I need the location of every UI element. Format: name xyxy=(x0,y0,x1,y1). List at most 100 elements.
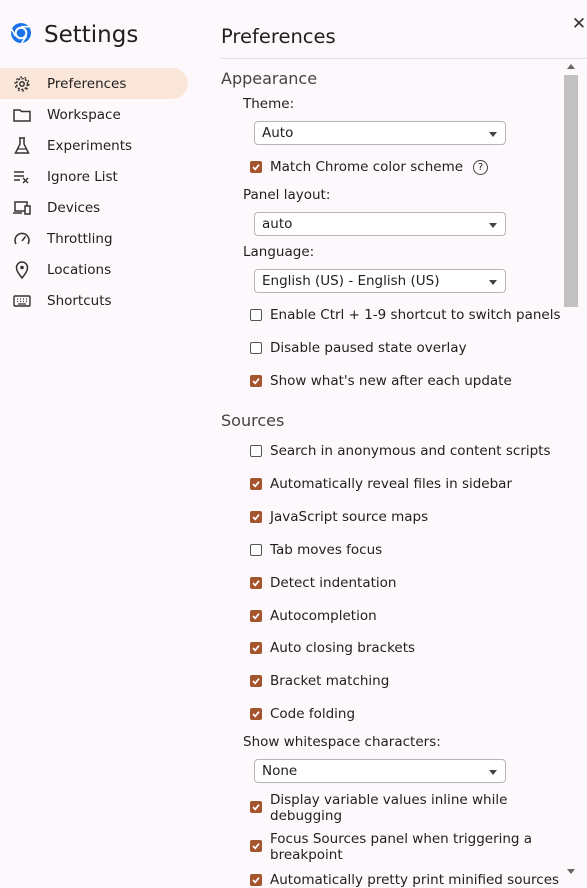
auto-closing-checkbox[interactable] xyxy=(250,642,262,654)
sidebar-item-label: Shortcuts xyxy=(47,292,112,309)
bracket-matching-checkbox[interactable] xyxy=(250,675,262,687)
sidebar-item-label: Experiments xyxy=(47,137,133,154)
display-inline-checkbox[interactable] xyxy=(250,801,262,813)
sidebar-item-experiments[interactable]: Experiments xyxy=(0,130,188,161)
disable-overlay-label: Disable paused state overlay xyxy=(270,340,467,356)
sidebar: Settings Preferences Workspace Experimen… xyxy=(0,0,200,886)
scrollbar[interactable] xyxy=(564,60,578,886)
chevron-down-icon xyxy=(489,223,497,228)
section-title-sources: Sources xyxy=(221,411,285,430)
display-inline-checkbox-row[interactable]: Display variable values inline while debu… xyxy=(250,792,507,824)
focus-sources-checkbox[interactable] xyxy=(250,840,262,852)
code-folding-label: Code folding xyxy=(270,706,356,722)
reveal-files-checkbox[interactable] xyxy=(250,478,262,490)
whitespace-select-value: None xyxy=(262,763,298,779)
close-button[interactable]: ✕ xyxy=(569,13,587,35)
sidebar-item-devices[interactable]: Devices xyxy=(0,192,188,223)
sidebar-item-label: Preferences xyxy=(47,75,127,92)
sidebar-item-preferences[interactable]: Preferences xyxy=(0,68,188,99)
header-divider xyxy=(221,58,587,59)
ctrl-shortcut-checkbox[interactable] xyxy=(250,309,262,321)
sidebar-item-label: Throttling xyxy=(47,230,113,247)
sidebar-item-shortcuts[interactable]: Shortcuts xyxy=(0,285,188,316)
sidebar-item-locations[interactable]: Locations xyxy=(0,254,188,285)
chevron-down-icon xyxy=(489,280,497,285)
bracket-matching-checkbox-row[interactable]: Bracket matching xyxy=(250,673,389,689)
panel-layout-select-value: auto xyxy=(262,216,293,232)
display-inline-label: Display variable values inline while debu… xyxy=(270,792,507,824)
scroll-down-arrow-icon[interactable] xyxy=(567,869,575,874)
bracket-matching-label: Bracket matching xyxy=(270,673,390,689)
speedometer-icon xyxy=(12,230,32,248)
pretty-print-checkbox[interactable] xyxy=(250,874,262,886)
detect-indentation-label: Detect indentation xyxy=(270,575,397,591)
focus-sources-label: Focus Sources panel when triggering a bre… xyxy=(270,831,532,863)
sidebar-item-ignore-list[interactable]: Ignore List xyxy=(0,161,188,192)
ctrl-shortcut-checkbox-row[interactable]: Enable Ctrl + 1-9 shortcut to switch pan… xyxy=(250,307,561,323)
tab-focus-checkbox-row[interactable]: Tab moves focus xyxy=(250,542,382,558)
search-anonymous-label: Search in anonymous and content scripts xyxy=(270,443,551,459)
autocompletion-checkbox[interactable] xyxy=(250,610,262,622)
whats-new-checkbox[interactable] xyxy=(250,375,262,387)
disable-overlay-checkbox[interactable] xyxy=(250,342,262,354)
search-anonymous-checkbox[interactable] xyxy=(250,445,262,457)
detect-indentation-checkbox-row[interactable]: Detect indentation xyxy=(250,575,396,591)
sidebar-item-label: Locations xyxy=(47,261,112,278)
theme-label: Theme: xyxy=(243,96,295,112)
panel-layout-label: Panel layout: xyxy=(243,187,331,203)
sidebar-item-label: Devices xyxy=(47,199,101,216)
code-folding-checkbox[interactable] xyxy=(250,708,262,720)
location-pin-icon xyxy=(12,260,32,279)
sidebar-item-label: Ignore List xyxy=(47,168,118,185)
reveal-files-checkbox-row[interactable]: Automatically reveal files in sidebar xyxy=(250,476,512,492)
chevron-down-icon xyxy=(489,770,497,775)
flask-icon xyxy=(12,136,32,155)
code-folding-checkbox-row[interactable]: Code folding xyxy=(250,706,355,722)
chevron-down-icon xyxy=(489,132,497,137)
help-icon[interactable]: ? xyxy=(473,160,489,175)
brand: Settings xyxy=(10,22,138,48)
display-inline-label-line1: Display variable values inline while xyxy=(270,792,508,808)
gear-icon xyxy=(12,75,32,93)
source-maps-checkbox-row[interactable]: JavaScript source maps xyxy=(250,509,428,525)
sidebar-item-label: Workspace xyxy=(47,106,121,123)
panel-layout-select[interactable]: auto xyxy=(254,212,506,236)
source-maps-checkbox[interactable] xyxy=(250,511,262,523)
devices-icon xyxy=(12,199,32,217)
focus-sources-label-line1: Focus Sources panel when triggering a xyxy=(270,831,533,847)
settings-title: Settings xyxy=(44,22,139,48)
sidebar-item-throttling[interactable]: Throttling xyxy=(0,223,188,254)
detect-indentation-checkbox[interactable] xyxy=(250,577,262,589)
tab-focus-label: Tab moves focus xyxy=(270,542,383,558)
theme-select-value: Auto xyxy=(262,125,294,141)
search-anonymous-checkbox-row[interactable]: Search in anonymous and content scripts xyxy=(250,443,551,459)
autocompletion-checkbox-row[interactable]: Autocompletion xyxy=(250,608,377,624)
scroll-up-arrow-icon[interactable] xyxy=(567,64,575,69)
section-title-appearance: Appearance xyxy=(221,69,318,88)
whitespace-select[interactable]: None xyxy=(254,759,506,783)
display-inline-label-line2: debugging xyxy=(270,808,343,824)
tab-focus-checkbox[interactable] xyxy=(250,544,262,556)
language-label: Language: xyxy=(243,244,315,260)
keyboard-icon xyxy=(12,292,32,310)
ctrl-shortcut-label: Enable Ctrl + 1-9 shortcut to switch pan… xyxy=(270,307,561,323)
language-select[interactable]: English (US) - English (US) xyxy=(254,269,506,293)
disable-overlay-checkbox-row[interactable]: Disable paused state overlay xyxy=(250,340,467,356)
ignore-list-icon xyxy=(12,168,32,186)
sidebar-item-workspace[interactable]: Workspace xyxy=(0,99,188,130)
match-chrome-label: Match Chrome color scheme xyxy=(270,159,464,175)
folder-icon xyxy=(12,106,32,124)
whitespace-label: Show whitespace characters: xyxy=(243,734,441,750)
autocompletion-label: Autocompletion xyxy=(270,608,377,624)
whats-new-checkbox-row[interactable]: Show what's new after each update xyxy=(250,373,512,389)
auto-closing-checkbox-row[interactable]: Auto closing brackets xyxy=(250,640,415,656)
scrollbar-thumb[interactable] xyxy=(564,75,578,307)
reveal-files-label: Automatically reveal files in sidebar xyxy=(270,476,512,492)
match-chrome-checkbox-row[interactable]: Match Chrome color scheme ? xyxy=(250,159,489,175)
match-chrome-checkbox[interactable] xyxy=(250,161,262,173)
theme-select[interactable]: Auto xyxy=(254,121,506,145)
source-maps-label: JavaScript source maps xyxy=(270,509,429,525)
focus-sources-checkbox-row[interactable]: Focus Sources panel when triggering a bre… xyxy=(250,831,532,863)
chrome-logo-icon xyxy=(10,22,32,48)
auto-closing-label: Auto closing brackets xyxy=(270,640,416,656)
